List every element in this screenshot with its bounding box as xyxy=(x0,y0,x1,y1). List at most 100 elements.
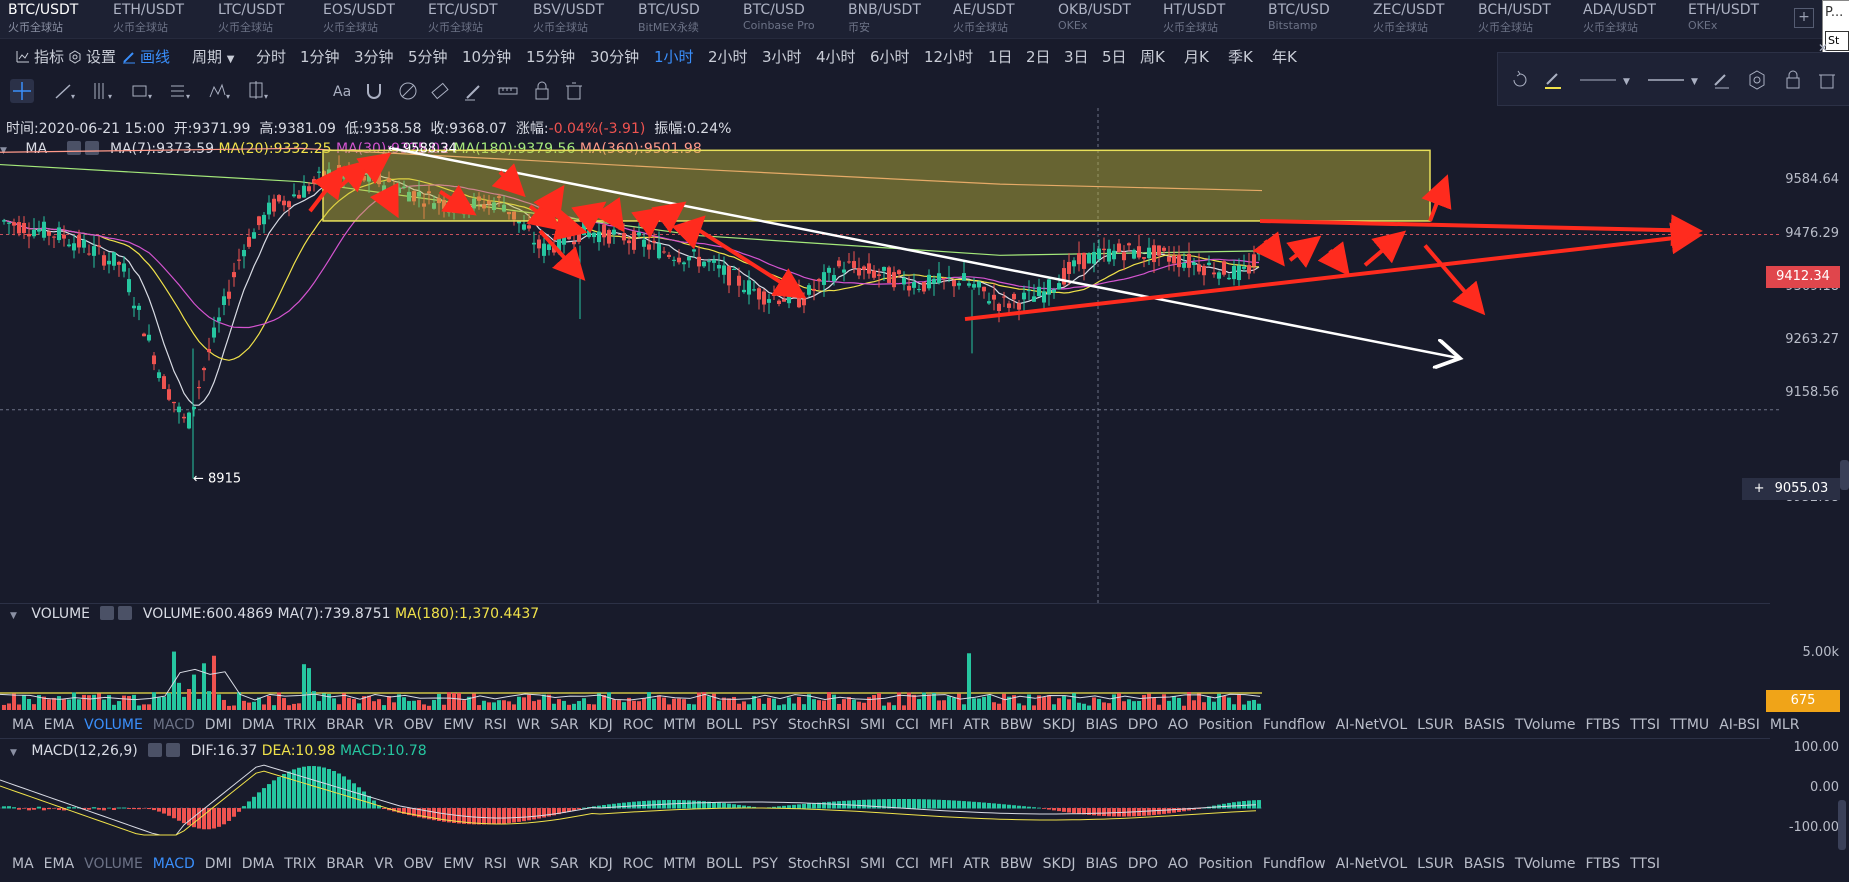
indicators-button[interactable]: 指标 xyxy=(16,46,64,67)
pair-tab[interactable]: BNB/USDT 币安 xyxy=(840,0,940,38)
indicator-option[interactable]: BASIS xyxy=(1464,717,1505,733)
pair-tab[interactable]: AE/USDT 火币全球站 xyxy=(945,0,1045,38)
ruler-tool[interactable] xyxy=(496,79,520,103)
line-width-dropdown[interactable]: ▼ xyxy=(1646,69,1706,91)
indicator-option[interactable]: MTM xyxy=(663,856,696,872)
pair-tab[interactable]: ZEC/USDT 火币全球站 xyxy=(1365,0,1465,38)
period-option[interactable]: 4小时 xyxy=(816,46,856,67)
indicator-option[interactable]: MFI xyxy=(929,856,953,872)
indicator-option[interactable]: MTM xyxy=(663,717,696,733)
indicator-option[interactable]: BBW xyxy=(1000,717,1033,733)
indicator-option[interactable]: DMI xyxy=(205,856,232,872)
indicator-option[interactable]: WR xyxy=(517,717,541,733)
indicator-option[interactable]: SMI xyxy=(860,717,885,733)
indicator-option[interactable]: BBW xyxy=(1000,856,1033,872)
indicator-option[interactable]: BIAS xyxy=(1086,717,1118,733)
period-option[interactable]: 10分钟 xyxy=(462,46,511,67)
revert-tool[interactable] xyxy=(1509,69,1531,91)
lock-all-tool[interactable] xyxy=(530,79,554,103)
indicator-option[interactable]: PSY xyxy=(752,717,778,733)
indicator-option[interactable]: DPO xyxy=(1128,717,1158,733)
pair-tab[interactable]: BTC/USDT 火币全球站 xyxy=(0,0,100,38)
pair-tab[interactable]: LTC/USDT 火币全球站 xyxy=(210,0,310,38)
period-option[interactable]: 2日 xyxy=(1026,46,1051,67)
highlight-color-tool[interactable] xyxy=(1542,69,1564,91)
indicator-option[interactable]: ROC xyxy=(623,717,654,733)
indicator-option[interactable]: SMI xyxy=(860,856,885,872)
period-option[interactable]: 分时 xyxy=(256,46,286,67)
settings-button[interactable]: 设置 xyxy=(68,46,116,67)
indicator-option[interactable]: MFI xyxy=(929,717,953,733)
pair-tab[interactable]: BTC/USD Bitstamp xyxy=(1260,0,1360,38)
fib-tool[interactable]: ▾ xyxy=(168,79,192,103)
period-option[interactable]: 2小时 xyxy=(708,46,748,67)
indicator-option[interactable]: BOLL xyxy=(706,856,742,872)
indicator-option[interactable]: MA xyxy=(12,717,34,733)
brush-tool[interactable] xyxy=(462,79,486,103)
indicator-option[interactable]: SAR xyxy=(550,717,578,733)
indicator-option[interactable]: BOLL xyxy=(706,717,742,733)
period-option[interactable]: 3分钟 xyxy=(354,46,394,67)
indicator-option[interactable]: TTSI xyxy=(1630,856,1660,872)
period-option[interactable]: 季K xyxy=(1228,46,1253,67)
lock-tool[interactable] xyxy=(396,79,420,103)
indicator-option[interactable]: MLR xyxy=(1770,717,1800,733)
indicator-option[interactable]: BRAR xyxy=(326,717,364,733)
indicator-option[interactable]: WR xyxy=(517,856,541,872)
volume-settings-icon[interactable] xyxy=(100,606,115,620)
period-option[interactable]: 6小时 xyxy=(870,46,910,67)
indicator-option[interactable]: BRAR xyxy=(326,856,364,872)
period-option[interactable]: 1分钟 xyxy=(300,46,340,67)
indicator-option[interactable]: ATR xyxy=(963,717,990,733)
pair-tab[interactable]: BCH/USDT 火币全球站 xyxy=(1470,0,1570,38)
trendline-tool[interactable]: ▾ xyxy=(52,79,76,103)
indicator-option[interactable]: AI-BSI xyxy=(1719,717,1760,733)
style-settings-tool[interactable] xyxy=(1711,69,1733,91)
indicator-option[interactable]: VR xyxy=(374,717,393,733)
indicator-option[interactable]: EMA xyxy=(44,856,75,872)
measure-tool[interactable]: ▾ xyxy=(246,79,270,103)
pattern-tool[interactable]: ▾ xyxy=(208,79,232,103)
close-panel-icon[interactable]: ✕ xyxy=(1818,41,1840,63)
indicator-option[interactable]: CCI xyxy=(895,856,919,872)
side-collapse-handle[interactable] xyxy=(1840,460,1849,490)
period-option[interactable]: 30分钟 xyxy=(590,46,639,67)
indicator-option[interactable]: MA xyxy=(12,856,34,872)
indicator-option[interactable]: ROC xyxy=(623,856,654,872)
draw-button[interactable]: 画线 xyxy=(122,46,170,67)
indicator-option[interactable]: BIAS xyxy=(1086,856,1118,872)
indicator-option[interactable]: KDJ xyxy=(589,856,613,872)
indicator-option[interactable]: Position xyxy=(1198,717,1253,733)
period-option[interactable]: 3小时 xyxy=(762,46,802,67)
indicator-option[interactable]: TRIX xyxy=(284,856,316,872)
pair-tab[interactable]: ETC/USDT 火币全球站 xyxy=(420,0,520,38)
indicator-option[interactable]: OBV xyxy=(404,856,434,872)
delete-drawings-tool[interactable] xyxy=(562,79,586,103)
indicator-option[interactable]: AI-NetVOL xyxy=(1336,717,1407,733)
indicator-option[interactable]: MACD xyxy=(153,717,195,733)
indicator-option[interactable]: AO xyxy=(1168,856,1188,872)
indicator-option[interactable]: RSI xyxy=(484,856,507,872)
period-option[interactable]: 3日 xyxy=(1064,46,1089,67)
pair-tab[interactable]: BSV/USDT 火币全球站 xyxy=(525,0,625,38)
period-option[interactable]: 1日 xyxy=(988,46,1013,67)
volume-dropdown-icon[interactable]: ▼ xyxy=(10,611,17,621)
indicator-option[interactable]: BASIS xyxy=(1464,856,1505,872)
period-option[interactable]: 5日 xyxy=(1102,46,1127,67)
rectangle-tool[interactable]: ▾ xyxy=(130,79,154,103)
object-settings-tool[interactable] xyxy=(1746,69,1768,91)
indicator-option[interactable]: SKDJ xyxy=(1043,717,1076,733)
period-option[interactable]: 年K xyxy=(1272,46,1297,67)
indicator-option[interactable]: DMA xyxy=(242,717,274,733)
period-option[interactable]: 5分钟 xyxy=(408,46,448,67)
lock-object-tool[interactable] xyxy=(1782,69,1804,91)
pair-tab[interactable]: OKB/USDT OKEx xyxy=(1050,0,1150,38)
indicator-option[interactable]: TRIX xyxy=(284,717,316,733)
indicator-option[interactable]: FTBS xyxy=(1586,717,1621,733)
indicator-option[interactable]: LSUR xyxy=(1417,717,1454,733)
indicator-option[interactable]: EMA xyxy=(44,717,75,733)
indicator-option[interactable]: Fundflow xyxy=(1263,856,1326,872)
magnet-tool[interactable] xyxy=(362,79,386,103)
indicator-option[interactable]: StochRSI xyxy=(788,856,850,872)
indicator-option[interactable]: StochRSI xyxy=(788,717,850,733)
